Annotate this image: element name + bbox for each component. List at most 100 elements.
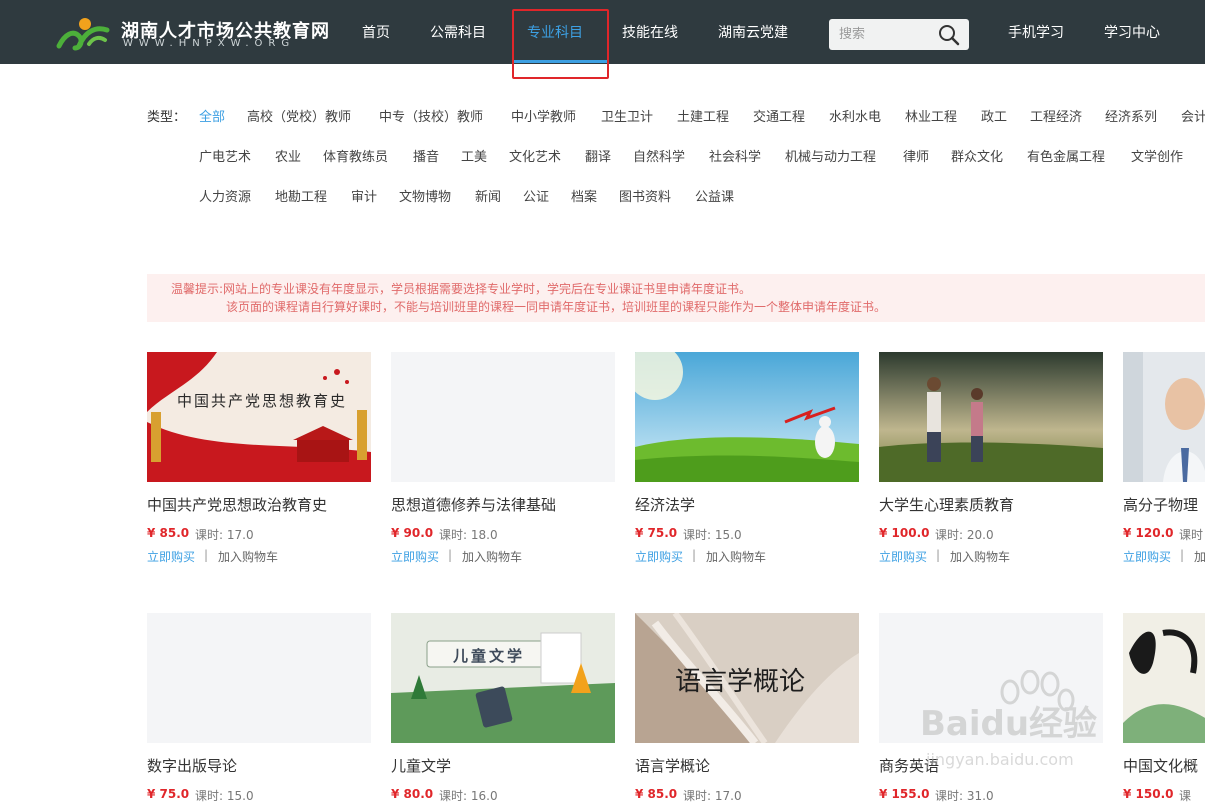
filter-tag[interactable]: 政工 (981, 106, 1007, 125)
course-price: ¥ 155.0 (879, 787, 930, 801)
course-price: ¥ 120.0 (1123, 526, 1174, 540)
filter-tag[interactable]: 公益课 (695, 186, 734, 205)
buy-now-link[interactable]: 立即购买 (391, 548, 439, 565)
thumbnail-caption: 儿童文学 (453, 647, 526, 665)
filter-tag[interactable]: 中专（技校）教师 (379, 106, 483, 125)
nav-mobile-learning[interactable]: 手机学习 (1008, 22, 1064, 42)
filter-tag[interactable]: 工美 (461, 146, 487, 165)
filter-tag[interactable]: 新闻 (475, 186, 501, 205)
add-to-cart-link[interactable]: 加入购物车 (950, 548, 1010, 565)
buy-now-link[interactable]: 立即购买 (635, 548, 683, 565)
course-hours: 课时: 31.0 (935, 789, 994, 803)
site-logo[interactable]: 湖南人才市场公共教育网 WWW.HNPXW.ORG (55, 14, 335, 54)
buy-now-link[interactable]: 立即购买 (879, 548, 927, 565)
link-separator: | (204, 548, 209, 562)
course-title[interactable]: 大学生心理素质教育 (879, 494, 1014, 515)
filter-tag[interactable]: 土建工程 (677, 106, 729, 125)
course-title[interactable]: 思想道德修养与法律基础 (391, 494, 556, 515)
filter-tag[interactable]: 人力资源 (199, 186, 251, 205)
link-separator: | (1180, 548, 1185, 562)
search-input[interactable] (829, 19, 939, 50)
course-hours: 课时: 20.0 (935, 528, 994, 542)
filter-tag[interactable]: 群众文化 (951, 146, 1003, 165)
filter-tag[interactable]: 交通工程 (753, 106, 805, 125)
filter-tag[interactable]: 社会科学 (709, 146, 761, 165)
nav-public-courses[interactable]: 公需科目 (430, 22, 486, 42)
course-thumbnail[interactable] (147, 613, 371, 743)
course-card[interactable]: 高分子物理 ¥ 120.0 课时 立即购买 | 加入购物车 (1123, 352, 1205, 567)
nav-skills-online[interactable]: 技能在线 (622, 22, 678, 42)
nav-hunan-cloud-party[interactable]: 湖南云党建 (718, 22, 788, 42)
course-hours: 课时: 18.0 (439, 528, 498, 542)
filter-tag[interactable]: 广电艺术 (199, 146, 251, 165)
course-thumbnail[interactable] (879, 352, 1103, 482)
filter-tag[interactable]: 图书资料 (619, 186, 671, 205)
filter-tag[interactable]: 水利水电 (829, 106, 881, 125)
course-hours: 课 (1179, 789, 1192, 803)
filter-tag[interactable]: 翻译 (585, 146, 611, 165)
course-hours: 课时: 17.0 (195, 528, 254, 542)
logo-mark-icon (56, 18, 110, 51)
course-price: ¥ 75.0 (147, 787, 190, 801)
thumbnail-caption: 语言学概论 (675, 667, 806, 697)
buy-now-link[interactable]: 立即购买 (147, 548, 195, 565)
course-title[interactable]: 儿童文学 (391, 755, 451, 776)
course-thumbnail[interactable] (1123, 352, 1205, 482)
course-title[interactable]: 数字出版导论 (147, 755, 237, 776)
filter-tag[interactable]: 林业工程 (905, 106, 957, 125)
course-hours: 课时: 15.0 (195, 789, 254, 803)
nav-learning-center[interactable]: 学习中心 (1104, 22, 1160, 42)
filter-tag[interactable]: 播音 (413, 146, 439, 165)
filter-tag[interactable]: 律师 (903, 146, 929, 165)
filter-tag-all[interactable]: 全部 (199, 106, 225, 125)
course-hours: 课时: 15.0 (683, 528, 742, 542)
course-title[interactable]: 高分子物理 (1123, 494, 1198, 515)
course-thumbnail[interactable] (635, 352, 859, 482)
filter-tag[interactable]: 地勘工程 (275, 186, 327, 205)
filter-tag[interactable]: 机械与动力工程 (785, 146, 876, 165)
link-separator: | (448, 548, 453, 562)
course-hours: 课时: 16.0 (439, 789, 498, 803)
filter-tag[interactable]: 文学创作 (1131, 146, 1183, 165)
add-to-cart-link[interactable]: 加入购物车 (706, 548, 766, 565)
course-price: ¥ 100.0 (879, 526, 930, 540)
course-thumbnail[interactable]: 中国共产党思想教育史 (147, 352, 371, 482)
link-separator: | (936, 548, 941, 562)
filter-tag[interactable]: 农业 (275, 146, 301, 165)
filter-tag[interactable]: 审计 (351, 186, 377, 205)
course-price: ¥ 90.0 (391, 526, 434, 540)
course-price: ¥ 75.0 (635, 526, 678, 540)
course-thumbnail[interactable] (391, 352, 615, 482)
course-thumbnail[interactable]: 儿童文学 (391, 613, 615, 743)
filter-tag[interactable]: 自然科学 (633, 146, 685, 165)
filter-tag[interactable]: 文化艺术 (509, 146, 561, 165)
course-title[interactable]: 语言学概论 (635, 755, 710, 776)
search-icon[interactable] (938, 24, 960, 46)
add-to-cart-link[interactable]: 加入购物车 (1194, 548, 1205, 565)
filter-tag[interactable]: 有色金属工程 (1027, 146, 1105, 165)
watermark-url: jingyan.baidu.com (926, 750, 1074, 769)
course-thumbnail[interactable]: 语言学概论 (635, 613, 859, 743)
add-to-cart-link[interactable]: 加入购物车 (218, 548, 278, 565)
course-title[interactable]: 中国共产党思想政治教育史 (147, 494, 327, 515)
buy-now-link[interactable]: 立即购买 (1123, 548, 1171, 565)
filter-tag[interactable]: 工程经济 (1030, 106, 1082, 125)
filter-tag[interactable]: 体育教练员 (323, 146, 388, 165)
nav-home[interactable]: 首页 (362, 22, 390, 42)
filter-tag[interactable]: 会计 (1181, 106, 1205, 125)
add-to-cart-link[interactable]: 加入购物车 (462, 548, 522, 565)
link-separator: | (692, 548, 697, 562)
course-title[interactable]: 经济法学 (635, 494, 695, 515)
course-price: ¥ 85.0 (635, 787, 678, 801)
filter-tag[interactable]: 经济系列 (1105, 106, 1157, 125)
filter-tag[interactable]: 中小学教师 (511, 106, 576, 125)
watermark-brand: Baidu经验 (920, 704, 1098, 744)
filter-tag[interactable]: 文物博物 (399, 186, 451, 205)
filter-tag[interactable]: 卫生卫计 (601, 106, 653, 125)
notice-banner: 温馨提示:网站上的专业课没有年度显示，学员根据需要选择专业学时，学完后在专业课证… (147, 274, 1205, 322)
filter-tag[interactable]: 公证 (523, 186, 549, 205)
filter-tag[interactable]: 高校（党校）教师 (247, 106, 351, 125)
course-price: ¥ 85.0 (147, 526, 190, 540)
filter-tag[interactable]: 档案 (571, 186, 597, 205)
search-box (829, 19, 969, 50)
